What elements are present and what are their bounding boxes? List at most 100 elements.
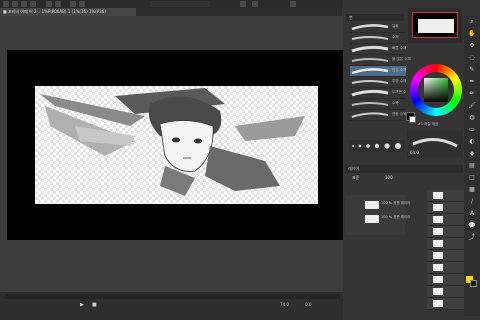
move-icon[interactable]: ✥ (467, 42, 477, 50)
layer-name: 100 % 표준 레이어 (381, 215, 411, 219)
size-dots (352, 143, 401, 149)
brush-label: 빠른 수채 (392, 46, 407, 50)
color-label: #1 하늘 세상 (418, 122, 439, 126)
fill-icon[interactable] (79, 1, 85, 7)
navigator-thumbnail (418, 19, 454, 33)
pen-icon[interactable] (46, 1, 52, 7)
sub-color-chip[interactable] (470, 280, 477, 287)
eraser-icon[interactable] (55, 1, 61, 7)
brush-stroke-preview (351, 89, 389, 97)
layer-thumbnail (433, 252, 443, 259)
correction-icon[interactable]: ⤴ (467, 234, 477, 242)
brush-item[interactable]: 물 많은 수채 (350, 55, 411, 66)
brush-stroke-preview (351, 45, 389, 53)
flip-icon[interactable] (252, 1, 258, 7)
figure-icon[interactable]: □ (467, 174, 477, 182)
menu-icon[interactable] (3, 1, 9, 7)
brush-size-value[interactable]: 64.0 (410, 150, 430, 156)
layer-row[interactable] (427, 202, 464, 214)
eyedropper-icon[interactable]: ✎ (467, 66, 477, 74)
brush-size-dots[interactable] (349, 140, 405, 152)
play-icon[interactable]: ▶ (80, 302, 84, 308)
fill-tool-icon[interactable]: ◆ (467, 150, 477, 158)
lasso-icon[interactable]: ◌ (467, 54, 477, 62)
layer-thumbnail (433, 228, 443, 235)
layer-panel-title[interactable]: 레이어 (345, 165, 463, 173)
redo-icon[interactable] (30, 1, 36, 7)
airbrush-icon[interactable]: ◍ (467, 114, 477, 122)
brush-item-selected[interactable]: 번짐 수채 (350, 66, 406, 77)
layer-name: 100 % 표준 레이어 (381, 201, 411, 205)
brush-tool-icon[interactable]: 🖌 (467, 102, 477, 110)
brush-item[interactable]: 유화 (350, 22, 406, 33)
brush-label: 번짐 수채 (392, 68, 407, 72)
timeline-panel[interactable]: ▶ ■ 74.0 0.0 (0, 292, 343, 320)
pen-tool-icon[interactable]: ✒ (467, 78, 477, 86)
command-bar (150, 1, 210, 7)
tab-bar-empty (136, 8, 342, 16)
layer-thumbnail (433, 192, 443, 199)
layer-row[interactable] (427, 226, 464, 238)
balloon-icon[interactable]: 💬 (467, 222, 477, 230)
save-icon[interactable] (12, 1, 18, 7)
navigator-preview[interactable] (412, 12, 458, 38)
layer-row[interactable] (427, 274, 464, 286)
brush-label: 수채 (392, 35, 399, 39)
rotate-icon[interactable] (240, 1, 246, 7)
opacity-value[interactable]: 100 (385, 175, 405, 181)
brush-item[interactable]: 투명 수채 (350, 77, 406, 88)
brush-stroke-preview (351, 102, 389, 106)
pencil-icon[interactable]: ✏ (467, 90, 477, 98)
layer-row[interactable] (427, 238, 464, 250)
brush-stroke-preview (351, 36, 389, 40)
brush-item[interactable]: 수묵 (350, 99, 406, 110)
guide-icon[interactable] (290, 1, 296, 7)
layer-thumbnail (433, 216, 443, 223)
document-tab[interactable]: ■ 꼬리비 어깨 어 2 .. 1%P(P06AB) 1 (1%(16) 1%(… (0, 8, 136, 16)
layer-thumbnail (365, 201, 379, 209)
brush-stroke-preview (351, 24, 389, 31)
ruler-icon[interactable]: / (467, 198, 477, 206)
brush-item[interactable]: 연한 수묵 (350, 110, 406, 121)
select-icon[interactable] (70, 1, 76, 7)
stop-icon[interactable]: ■ (92, 302, 97, 308)
layer-row[interactable] (427, 298, 464, 310)
angle-readout: 0.0 (305, 302, 312, 307)
brush-stroke-preview (351, 112, 389, 118)
layer-row[interactable] (427, 250, 464, 262)
brush-item[interactable]: 빠른 수채 (350, 44, 406, 55)
brush-item[interactable]: 두꺼운 수채 (350, 88, 410, 99)
layer-list-left: 100 % 표준 레이어 100 % 표준 레이어 (345, 195, 410, 235)
layer-row[interactable] (427, 190, 464, 202)
undo-icon[interactable] (21, 1, 27, 7)
brush-item[interactable]: 수채 (350, 33, 406, 44)
frame-icon[interactable]: ▦ (467, 186, 477, 194)
blend-mode-select[interactable]: 표준 (352, 175, 382, 181)
sub-color-swatch[interactable] (409, 116, 416, 123)
artwork-canvas[interactable] (35, 86, 318, 204)
layer-thumbnail (433, 264, 443, 271)
illustration (40, 88, 305, 196)
layer-thumbnail (433, 240, 443, 247)
layer-thumbnail (365, 215, 379, 223)
timeline-header (5, 294, 340, 299)
layer-row[interactable] (427, 214, 464, 226)
layer-row[interactable] (427, 262, 464, 274)
brush-stroke-preview (351, 58, 389, 62)
brush-label: 투명 수채 (392, 79, 407, 83)
magnifier-icon[interactable]: ⌕ (467, 18, 477, 26)
text-icon[interactable]: A (467, 210, 477, 218)
gradient-icon[interactable]: ▤ (467, 162, 477, 170)
layer-thumbnail (433, 288, 443, 295)
brush-label: 수묵 (392, 101, 399, 105)
zoom-readout: 74.0 (280, 302, 289, 307)
brush-stroke-preview (351, 80, 389, 84)
playback-controls[interactable]: ▶ ■ (80, 302, 200, 308)
brush-panel-title[interactable]: 붓 (346, 14, 404, 21)
hand-icon[interactable]: ✋ (467, 30, 477, 38)
eraser-tool-icon[interactable]: ▭ (467, 126, 477, 134)
layer-thumbnail (433, 276, 443, 283)
blend-icon[interactable]: ◐ (467, 138, 477, 146)
saturation-square[interactable] (424, 78, 448, 102)
layer-row[interactable] (427, 286, 464, 298)
